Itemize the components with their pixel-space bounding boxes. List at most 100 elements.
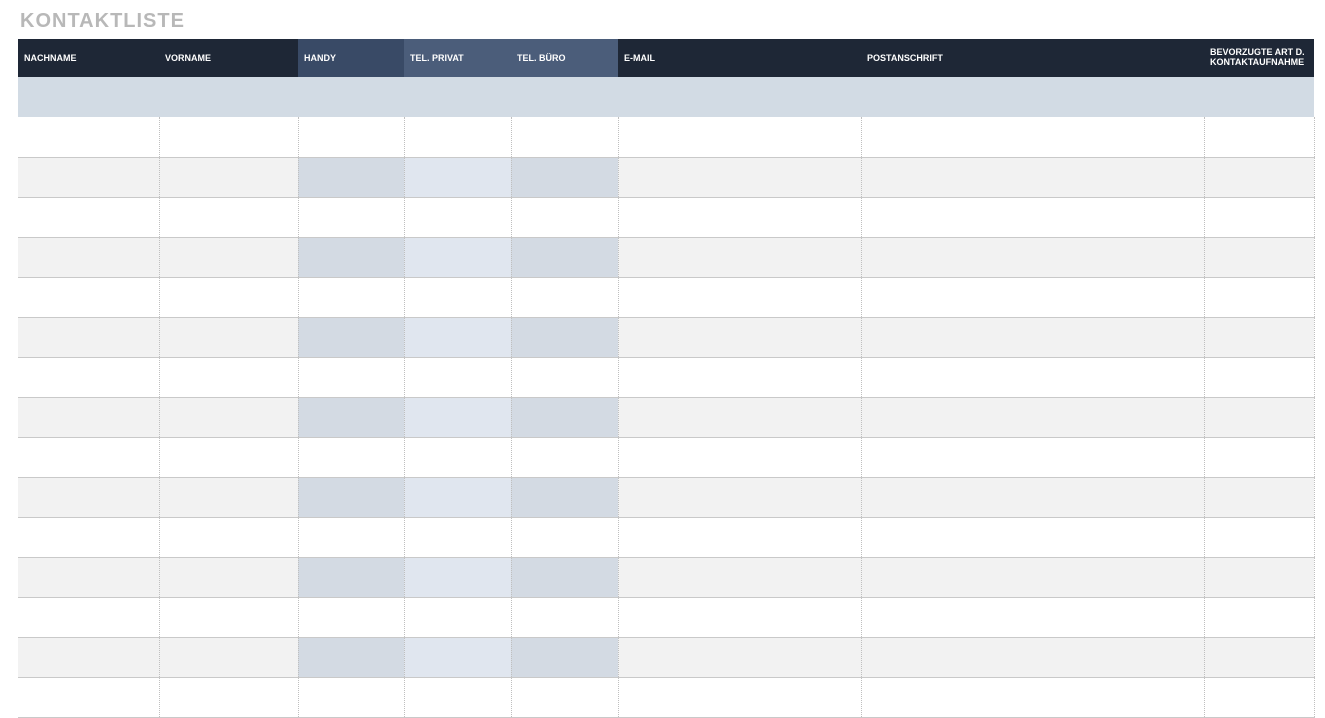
table-row[interactable] (18, 397, 1314, 437)
cell-vorname[interactable] (159, 477, 298, 517)
table-row[interactable] (18, 157, 1314, 197)
cell-vorname[interactable] (159, 277, 298, 317)
cell-email[interactable] (618, 637, 861, 677)
cell-telprivat[interactable] (404, 517, 511, 557)
cell-telprivat[interactable] (404, 237, 511, 277)
table-row[interactable] (18, 637, 1314, 677)
cell-email[interactable] (618, 317, 861, 357)
cell-post[interactable] (861, 677, 1204, 717)
cell-bevorzugt[interactable] (1204, 277, 1314, 317)
table-row[interactable] (18, 597, 1314, 637)
cell-telprivat[interactable] (404, 437, 511, 477)
cell-telburo[interactable] (511, 277, 618, 317)
cell-nachname[interactable] (18, 237, 159, 277)
cell-handy[interactable] (298, 677, 404, 717)
table-row[interactable] (18, 237, 1314, 277)
col-header-email[interactable]: E-MAIL (618, 39, 861, 77)
cell-handy[interactable] (298, 437, 404, 477)
cell-email[interactable] (618, 597, 861, 637)
col-header-handy[interactable]: HANDY (298, 39, 404, 77)
cell-telburo[interactable] (511, 197, 618, 237)
cell-handy[interactable] (298, 517, 404, 557)
col-header-bevorzugt[interactable]: BEVORZUGTE ART D. KONTAKTAUFNAHME (1204, 39, 1314, 77)
col-header-telburo[interactable]: TEL. BÜRO (511, 39, 618, 77)
cell-bevorzugt[interactable] (1204, 397, 1314, 437)
cell-handy[interactable] (298, 397, 404, 437)
table-row[interactable] (18, 517, 1314, 557)
table-row[interactable] (18, 677, 1314, 717)
cell-nachname[interactable] (18, 637, 159, 677)
cell-handy[interactable] (298, 277, 404, 317)
cell-post[interactable] (861, 557, 1204, 597)
col-header-nachname[interactable]: NACHNAME (18, 39, 159, 77)
cell-bevorzugt[interactable] (1204, 477, 1314, 517)
cell-telprivat[interactable] (404, 317, 511, 357)
cell-nachname[interactable] (18, 157, 159, 197)
cell-vorname[interactable] (159, 597, 298, 637)
cell-vorname[interactable] (159, 157, 298, 197)
cell-post[interactable] (861, 117, 1204, 157)
cell-handy[interactable] (298, 157, 404, 197)
cell-email[interactable] (618, 517, 861, 557)
cell-vorname[interactable] (159, 357, 298, 397)
cell-email[interactable] (618, 117, 861, 157)
cell-email[interactable] (618, 277, 861, 317)
cell-post[interactable] (861, 237, 1204, 277)
cell-telburo[interactable] (511, 237, 618, 277)
cell-post[interactable] (861, 157, 1204, 197)
cell-telprivat[interactable] (404, 557, 511, 597)
cell-nachname[interactable] (18, 317, 159, 357)
cell-handy[interactable] (298, 557, 404, 597)
col-header-post[interactable]: POSTANSCHRIFT (861, 39, 1204, 77)
cell-handy[interactable] (298, 197, 404, 237)
cell-vorname[interactable] (159, 117, 298, 157)
cell-telburo[interactable] (511, 357, 618, 397)
cell-nachname[interactable] (18, 677, 159, 717)
cell-telburo[interactable] (511, 157, 618, 197)
table-row[interactable] (18, 197, 1314, 237)
cell-telburo[interactable] (511, 477, 618, 517)
cell-telburo[interactable] (511, 397, 618, 437)
cell-nachname[interactable] (18, 557, 159, 597)
cell-post[interactable] (861, 637, 1204, 677)
cell-telburo[interactable] (511, 557, 618, 597)
cell-nachname[interactable] (18, 477, 159, 517)
cell-telprivat[interactable] (404, 357, 511, 397)
cell-email[interactable] (618, 397, 861, 437)
cell-nachname[interactable] (18, 597, 159, 637)
cell-telprivat[interactable] (404, 277, 511, 317)
cell-email[interactable] (618, 157, 861, 197)
cell-post[interactable] (861, 397, 1204, 437)
cell-bevorzugt[interactable] (1204, 557, 1314, 597)
cell-telburo[interactable] (511, 437, 618, 477)
table-row[interactable] (18, 477, 1314, 517)
cell-email[interactable] (618, 437, 861, 477)
cell-nachname[interactable] (18, 437, 159, 477)
cell-telprivat[interactable] (404, 597, 511, 637)
cell-handy[interactable] (298, 117, 404, 157)
cell-post[interactable] (861, 437, 1204, 477)
cell-handy[interactable] (298, 237, 404, 277)
cell-vorname[interactable] (159, 237, 298, 277)
cell-nachname[interactable] (18, 277, 159, 317)
cell-nachname[interactable] (18, 117, 159, 157)
col-header-telprivat[interactable]: TEL. PRIVAT (404, 39, 511, 77)
cell-post[interactable] (861, 597, 1204, 637)
cell-bevorzugt[interactable] (1204, 357, 1314, 397)
cell-post[interactable] (861, 477, 1204, 517)
cell-telburo[interactable] (511, 517, 618, 557)
cell-bevorzugt[interactable] (1204, 517, 1314, 557)
table-row[interactable] (18, 437, 1314, 477)
cell-nachname[interactable] (18, 517, 159, 557)
cell-email[interactable] (618, 197, 861, 237)
cell-vorname[interactable] (159, 517, 298, 557)
cell-telburo[interactable] (511, 677, 618, 717)
cell-handy[interactable] (298, 597, 404, 637)
cell-nachname[interactable] (18, 397, 159, 437)
cell-handy[interactable] (298, 357, 404, 397)
cell-telprivat[interactable] (404, 157, 511, 197)
cell-post[interactable] (861, 517, 1204, 557)
cell-vorname[interactable] (159, 317, 298, 357)
cell-bevorzugt[interactable] (1204, 437, 1314, 477)
table-row[interactable] (18, 117, 1314, 157)
